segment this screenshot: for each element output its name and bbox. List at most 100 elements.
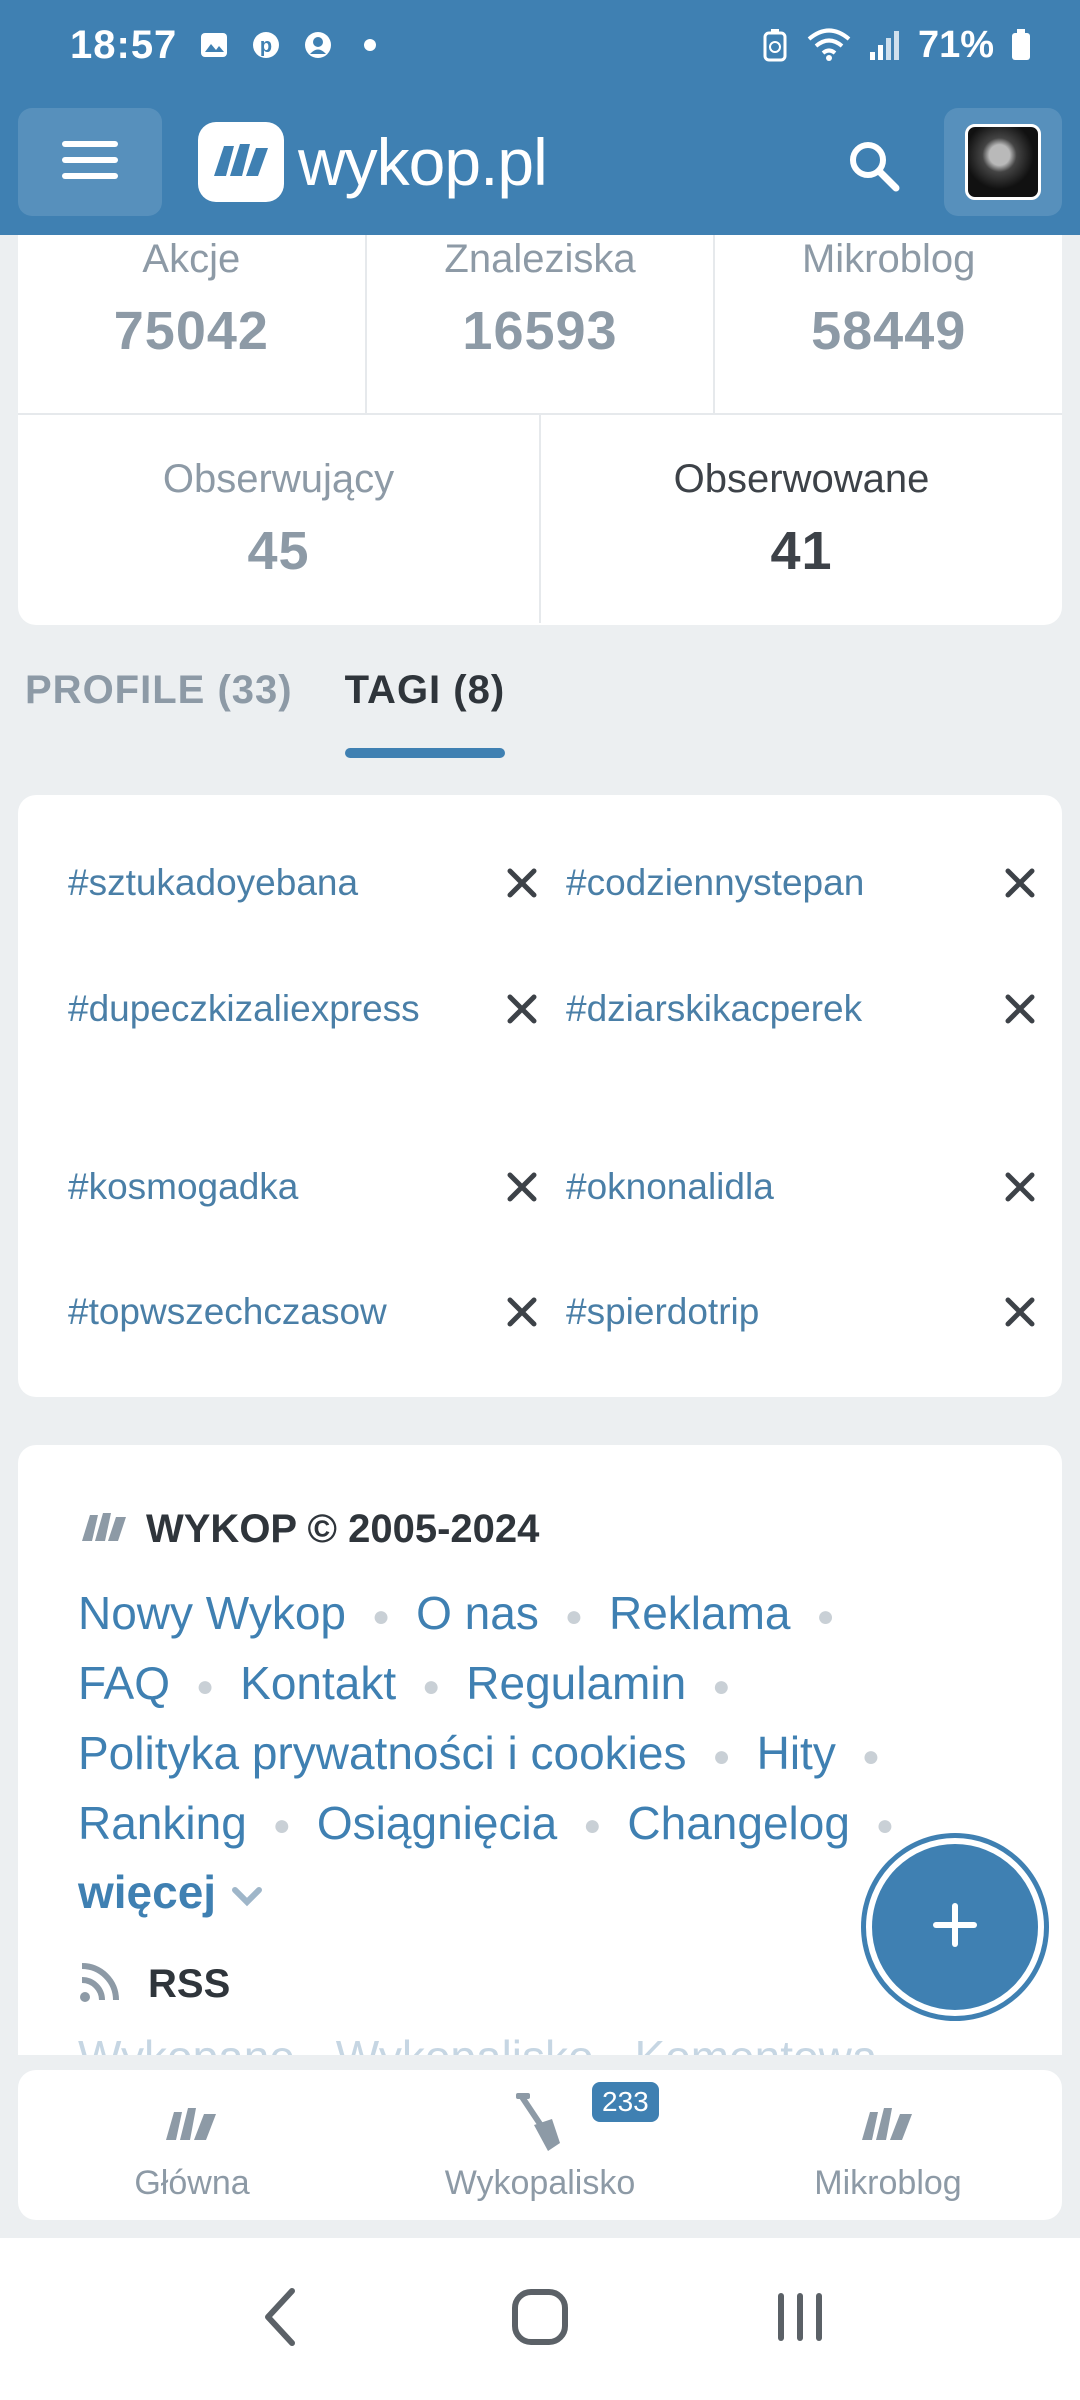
stats-row: Obserwujący 45 Obserwowane 41 (18, 415, 1062, 623)
stat-label: Znaleziska (444, 237, 636, 281)
tag-item: #dziarskikacperek (566, 983, 1046, 1035)
mikroblog-icon (858, 2088, 918, 2158)
nav-item-glowna[interactable]: Główna (18, 2070, 366, 2220)
logo-text: wykop.pl (298, 125, 548, 199)
footer-link-osiagniecia[interactable]: Osiągnięcia (317, 1797, 557, 1849)
home-button[interactable] (480, 2269, 600, 2369)
tag-item: #spierdotrip (566, 1286, 1046, 1338)
tag-link[interactable]: #sztukadoyebana (68, 857, 448, 909)
close-icon[interactable] (496, 1161, 548, 1213)
system-navigation-bar (0, 2238, 1080, 2400)
status-bar: 18:57 p 71% (0, 0, 1080, 90)
battery-icon (1010, 29, 1032, 60)
footer-link-regulamin[interactable]: Regulamin (466, 1657, 686, 1709)
stat-znaleziska[interactable]: Znaleziska 16593 (367, 235, 716, 413)
separator-dot: ● (564, 1599, 583, 1633)
close-icon[interactable] (994, 1161, 1046, 1213)
battery-percentage: 71% (917, 23, 994, 66)
status-left: 18:57 p (70, 23, 385, 68)
footer-link-ranking[interactable]: Ranking (78, 1797, 247, 1849)
tag-link[interactable]: #dziarskikacperek (566, 983, 946, 1035)
tag-item: #oknonalidla (566, 1161, 1046, 1213)
wykop-logo[interactable]: wykop.pl (198, 120, 548, 204)
profile-stats-card: Akcje 75042 Znaleziska 16593 Mikroblog 5… (18, 235, 1062, 625)
separator-dot: ● (371, 1599, 391, 1633)
close-icon[interactable] (496, 983, 548, 1035)
search-icon (846, 138, 902, 199)
stats-row: Akcje 75042 Znaleziska 16593 Mikroblog 5… (18, 235, 1062, 415)
dot-icon (355, 30, 385, 60)
notification-badge: 233 (592, 2082, 659, 2122)
footer-links: Nowy Wykop ● O nas ● Reklama ● FAQ ● Kontakt ● Re… (78, 1580, 998, 1925)
footer-link-reklama[interactable]: Reklama (609, 1587, 791, 1639)
wifi-icon (806, 28, 852, 61)
recent-apps-icon (772, 2289, 828, 2350)
home-icon (510, 2287, 570, 2352)
footer-link-faq[interactable]: FAQ (78, 1657, 170, 1709)
close-icon[interactable] (994, 857, 1046, 909)
close-icon[interactable] (496, 1286, 548, 1338)
stat-obserwowane[interactable]: Obserwowane 41 (541, 415, 1062, 623)
menu-button[interactable] (18, 108, 162, 216)
rss-links[interactable]: Wykopane · Wykopalisko · Komentowa (78, 2030, 877, 2055)
menu-icon (62, 139, 118, 186)
separator-dot: ● (583, 1809, 602, 1843)
tag-item: #dupeczkizaliexpress (68, 983, 548, 1035)
footer-link-kontakt[interactable]: Kontakt (240, 1657, 396, 1709)
nav-item-mikroblog[interactable]: Mikroblog (714, 2070, 1062, 2220)
nav-item-wykopalisko[interactable]: Wykopalisko 233 (366, 2070, 714, 2220)
footer-link-changelog[interactable]: Changelog (627, 1797, 850, 1849)
stat-label: Mikroblog (801, 237, 976, 281)
recent-apps-button[interactable] (740, 2269, 860, 2369)
wykop-home-icon (162, 2088, 222, 2158)
footer-link-nowy-wykop[interactable]: Nowy Wykop (78, 1587, 346, 1639)
close-icon[interactable] (994, 1286, 1046, 1338)
rss-icon (78, 1960, 122, 2009)
separator-dot: ● (816, 1599, 835, 1633)
stat-label: Obserwowane (673, 456, 930, 501)
separator-dot: ● (422, 1669, 441, 1703)
footer-link-o-nas[interactable]: O nas (416, 1587, 539, 1639)
tag-item: #codziennystepan (566, 857, 1046, 909)
add-content-button[interactable] (866, 1838, 1044, 2016)
tab-profile[interactable]: PROFILE (33) (25, 668, 293, 758)
tag-link[interactable]: #spierdotrip (566, 1286, 946, 1338)
tag-link[interactable]: #kosmogadka (68, 1161, 448, 1213)
close-icon[interactable] (994, 983, 1046, 1035)
separator-dot: ● (712, 1739, 731, 1773)
stat-value: 41 (770, 520, 833, 581)
tag-item: #topwszechczasow (68, 1286, 548, 1338)
stat-label: Obserwujący (162, 456, 395, 501)
stat-akcje[interactable]: Akcje 75042 (18, 235, 367, 413)
tag-link[interactable]: #topwszechczasow (68, 1286, 448, 1338)
footer-copyright: WYKOP © 2005-2024 (146, 1507, 540, 1551)
tags-list-card: #sztukadoyebana #codziennystepan #dupecz… (18, 795, 1062, 1397)
status-time: 18:57 (70, 22, 178, 67)
rss-header: RSS (78, 1960, 230, 2009)
back-button[interactable] (220, 2269, 340, 2369)
tag-item: #sztukadoyebana (68, 857, 548, 909)
footer-link-hity[interactable]: Hity (757, 1727, 836, 1779)
search-button[interactable] (832, 126, 916, 210)
footer-brand: WYKOP © 2005-2024 (80, 1507, 539, 1552)
observed-tabs: PROFILE (33) TAGI (8) (25, 668, 505, 758)
profile-avatar-button[interactable] (944, 108, 1062, 216)
close-icon[interactable] (496, 857, 548, 909)
tag-link[interactable]: #codziennystepan (566, 857, 946, 909)
stat-mikroblog[interactable]: Mikroblog 58449 (715, 235, 1062, 413)
tab-tagi[interactable]: TAGI (8) (344, 668, 506, 758)
footer-link-polityka[interactable]: Polityka prywatności i cookies (78, 1727, 686, 1779)
more-link[interactable]: więcej (78, 1866, 265, 1918)
separator-dot: ● (712, 1669, 731, 1703)
tag-link[interactable]: #oknonalidla (566, 1161, 946, 1213)
chevron-down-icon (229, 1866, 265, 1918)
back-icon (260, 2287, 300, 2352)
stat-obserwujacy[interactable]: Obserwujący 45 (18, 415, 541, 623)
separator-dot: ● (196, 1669, 215, 1703)
tag-link[interactable]: #dupeczkizaliexpress (68, 983, 448, 1035)
nav-label: Wykopalisko (444, 2163, 636, 2202)
image-icon (199, 30, 229, 60)
shovel-icon (512, 2088, 568, 2158)
signal-icon (868, 30, 902, 60)
more-link-label: więcej (78, 1866, 217, 1919)
